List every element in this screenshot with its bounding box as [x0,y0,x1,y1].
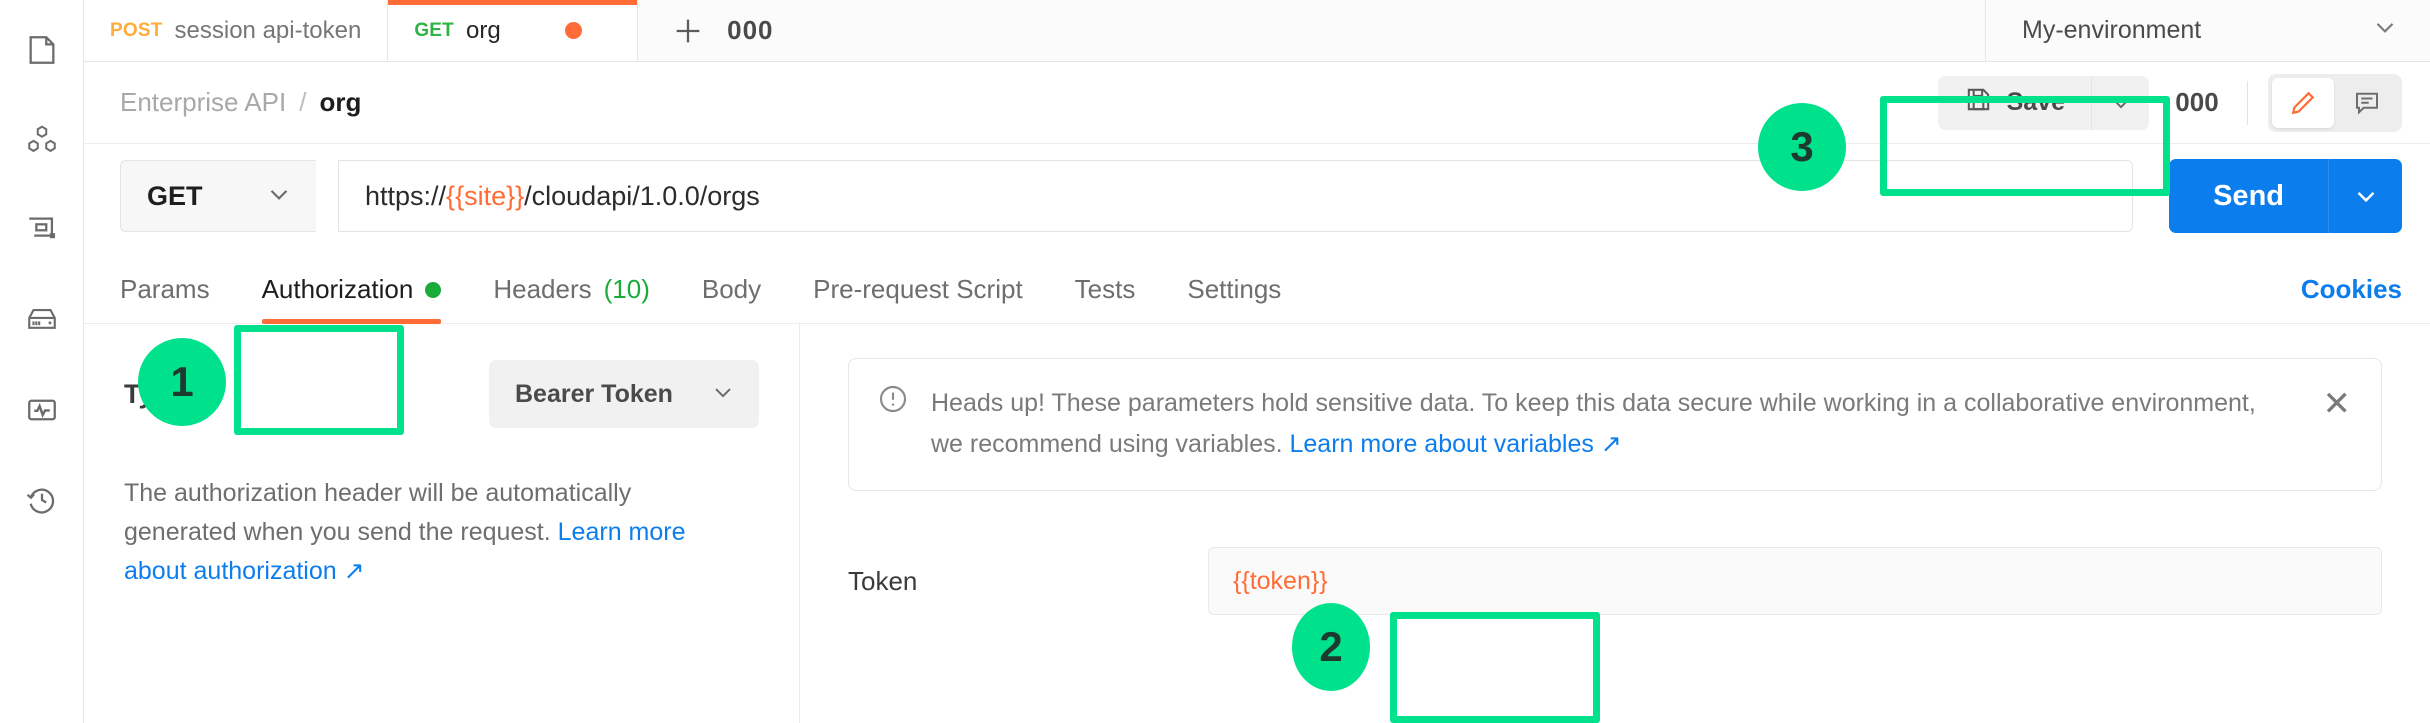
chevron-down-icon [264,179,294,214]
annotation-box-save-button [1880,96,2170,196]
url-suffix: /cloudapi/1.0.0/orgs [524,180,760,211]
plus-icon[interactable] [662,5,714,57]
tabstrip-spacer [800,0,1985,61]
tab-title: session api-token [174,16,362,44]
view-toggle-group [2268,73,2402,132]
headers-count: (10) [603,274,650,304]
comment-icon[interactable] [2336,78,2398,128]
tab-headers-label: Headers [493,274,592,304]
annotation-box-authorization-tab [234,325,404,435]
toolbar-divider [2247,80,2248,125]
mock-servers-icon[interactable] [14,292,70,348]
request-tab-session-api-token[interactable]: POST session api-token [84,0,389,61]
environments-icon[interactable] [14,202,70,258]
request-section-tabs: Params Authorization Headers (10) Body P… [84,248,2430,324]
annotation-box-token-input [1390,612,1600,723]
send-button[interactable]: Send [2169,159,2328,233]
auth-description: The authorization header will be automat… [124,474,724,590]
tab-body-label: Body [701,274,762,304]
send-dropdown-button[interactable] [2328,159,2402,233]
exclamation-circle-icon [877,383,909,420]
auth-fields-pane: Heads up! These parameters hold sensitiv… [800,324,2430,723]
breadcrumb: Enterprise API / org [120,87,361,118]
annotation-number-2: 2 [1292,603,1370,691]
chevron-down-icon [709,378,737,411]
sensitive-data-notice: Heads up! These parameters hold sensitiv… [848,358,2382,491]
tab-authorization-label: Authorization [261,274,414,304]
notice-text: Heads up! These parameters hold sensitiv… [931,383,2301,464]
send-button-group: Send [2169,159,2402,233]
token-field-row: Token {{token}} [848,547,2382,615]
breadcrumb-current[interactable]: org [319,87,361,118]
annotation-badge-2: 2 [1292,603,1370,691]
tab-params[interactable]: Params [120,274,210,323]
tab-tests-label: Tests [1074,274,1136,304]
http-method-selector[interactable]: GET [120,160,316,232]
request-tab-org[interactable]: GET org [388,0,639,61]
tab-settings-label: Settings [1187,274,1282,304]
tab-pre-request-script[interactable]: Pre-request Script [813,274,1023,323]
breadcrumb-separator: / [299,87,307,117]
left-sidebar-rail [0,0,84,723]
tab-actions: 000 [638,0,800,61]
tab-more-options-icon[interactable]: 000 [724,5,776,57]
auth-type-selector[interactable]: Bearer Token [489,360,759,428]
cookies-link[interactable]: Cookies [2301,274,2402,323]
token-label: Token [848,565,918,596]
unsaved-changes-dot [564,22,582,39]
tab-params-label: Params [120,274,210,304]
tab-tests[interactable]: Tests [1075,274,1136,323]
auth-type-value: Bearer Token [515,379,673,408]
tab-method-label: POST [110,19,163,41]
url-prefix: https:// [365,180,447,211]
http-method-label: GET [147,180,203,211]
history-icon[interactable] [14,472,70,528]
annotation-number-3: 3 [1758,103,1846,191]
token-input[interactable]: {{token}} [1208,547,2382,615]
tab-settings[interactable]: Settings [1187,274,1281,323]
tab-headers[interactable]: Headers (10) [493,274,650,323]
annotation-number-1: 1 [138,338,226,426]
auth-description-text: The authorization header will be automat… [124,479,632,546]
environment-selector[interactable]: My-environment [1985,0,2430,61]
request-tab-strip: POST session api-token GET org 000 My-en… [84,0,2430,62]
annotation-badge-3: 3 [1758,103,1846,191]
tab-authorization[interactable]: Authorization [261,274,442,324]
postman-window: POST session api-token GET org 000 My-en… [0,0,2430,723]
notice-link[interactable]: Learn more about variables ↗ [1290,430,1622,458]
apis-icon[interactable] [14,112,70,168]
authorization-active-dot [425,281,442,298]
annotation-badge-1: 1 [138,338,226,426]
close-icon[interactable]: ✕ [2323,387,2352,421]
environment-selected-label: My-environment [2022,16,2202,44]
chevron-down-icon [2370,12,2400,49]
monitors-icon[interactable] [14,382,70,438]
pencil-icon[interactable] [2272,77,2334,128]
url-input[interactable]: https://{{site}}/cloudapi/1.0.0/orgs [338,160,2134,232]
request-more-options-icon[interactable]: 000 [2167,76,2227,130]
tab-title: org [465,16,501,44]
breadcrumb-parent[interactable]: Enterprise API [120,87,286,118]
authorization-body: Type Bearer Token The authorization head… [84,324,2430,723]
tab-pre-request-script-label: Pre-request Script [813,274,1023,304]
collections-icon[interactable] [14,22,70,78]
url-variable: {{site}} [446,180,525,211]
tab-method-label: GET [414,19,454,41]
tab-body[interactable]: Body [702,274,761,323]
